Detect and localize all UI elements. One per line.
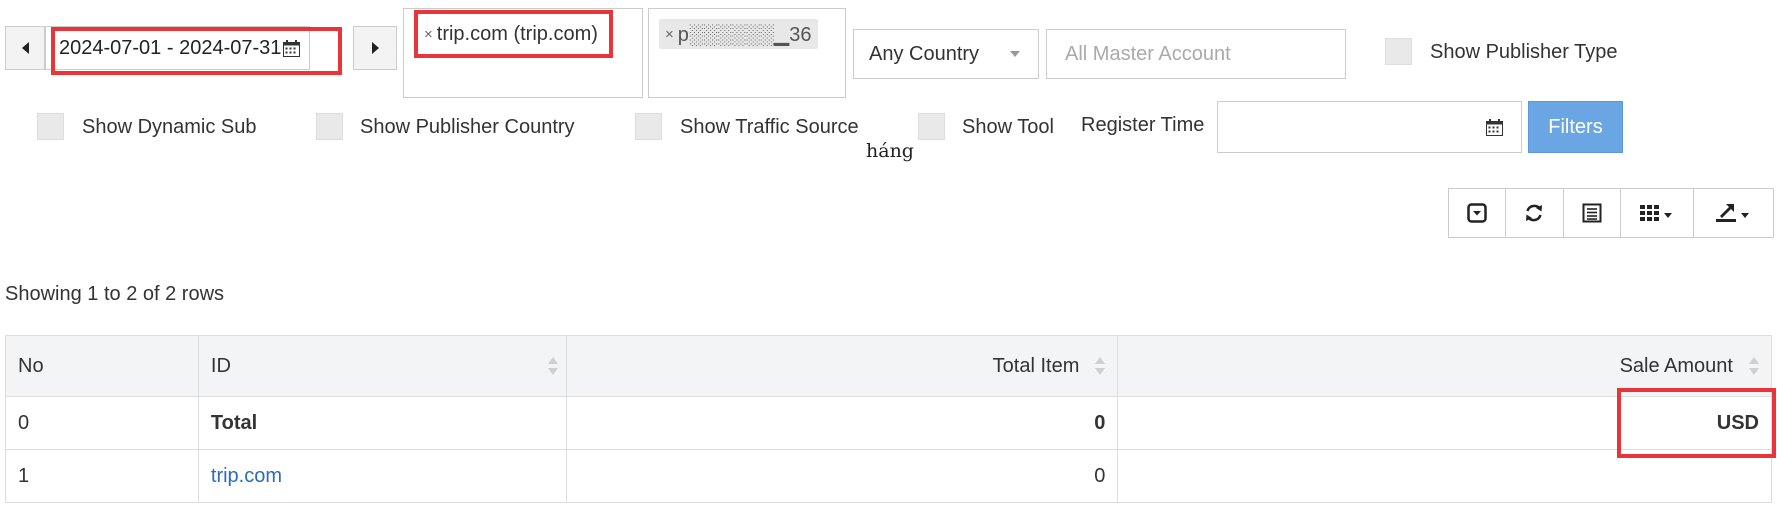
remove-tag-icon[interactable]: × [665,26,674,43]
sort-icon [547,356,558,376]
show-dynamic-sub-label: Show Dynamic Sub [82,116,257,138]
cell-id: Total [197,396,567,450]
column-header-sale-amount-text: Sale Amount [1619,354,1733,377]
column-header-id-text: ID [210,354,231,377]
remove-tag-icon[interactable]: × [424,26,433,43]
cell-sale-amount: USD [1117,396,1772,450]
show-dynamic-sub-checkbox[interactable] [37,113,64,140]
caret-right-icon [371,42,379,54]
table-toolbar [1448,188,1774,238]
country-select-value: Any Country [869,42,980,65]
list-view-button[interactable] [1564,189,1621,237]
campaign-tag-select[interactable]: × trip.com (trip.com) [403,8,643,98]
row-id-link[interactable]: trip.com [211,465,282,487]
stray-text: háng [866,140,914,162]
column-header-id[interactable]: ID [197,335,567,397]
show-publisher-country-checkbox[interactable] [316,113,343,140]
chevron-down-icon [1010,51,1020,57]
column-header-total-item[interactable]: Total Item [565,335,1119,397]
column-header-total-item-text: Total Item [992,354,1080,377]
list-view-icon [1582,203,1602,223]
selected-tag-chip: × p░░░░░░▁36 [659,19,818,49]
export-button[interactable] [1694,189,1773,237]
columns-icon [1639,205,1672,221]
selected-tag-chip: × trip.com (trip.com) [418,19,604,49]
refresh-button[interactable] [1506,189,1564,237]
master-account-placeholder: All Master Account [1065,42,1231,65]
report-table: No ID Total Item Sale Amount 0 Total 0 U… [5,335,1772,503]
pagination-info: Showing 1 to 2 of 2 rows [5,283,225,305]
date-range-text: 2024-07-01 - 2024-07-31 [59,36,282,59]
register-time-input[interactable] [1217,101,1522,153]
next-date-button[interactable] [353,26,397,70]
show-publisher-type-label: Show Publisher Type [1430,41,1618,63]
date-range-input[interactable]: 2024-07-01 - 2024-07-31 [45,26,310,70]
columns-button[interactable] [1621,189,1694,237]
show-tool-label: Show Tool [962,116,1054,138]
register-time-label: Register Time [1081,114,1205,136]
show-traffic-source-label: Show Traffic Source [680,116,859,138]
column-header-sale-amount[interactable]: Sale Amount [1117,335,1772,397]
country-select[interactable]: Any Country [853,29,1039,79]
table-row-total: 0 Total 0 USD [5,396,1772,450]
column-header-no-text: No [18,354,44,377]
cell-total-item: 0 [565,396,1119,450]
show-tool-checkbox[interactable] [918,113,945,140]
table-row: 1 trip.com 0 [5,449,1772,503]
master-account-input[interactable]: All Master Account [1046,29,1346,79]
refresh-icon [1526,204,1543,222]
cell-no: 0 [5,396,199,450]
prev-date-button[interactable] [5,26,45,70]
cell-sale-amount [1117,449,1772,503]
publisher-tag-select[interactable]: × p░░░░░░▁36 [648,8,846,98]
calendar-icon[interactable] [283,40,300,57]
toggle-icon [1467,203,1487,223]
filters-button[interactable]: Filters [1528,101,1623,153]
table-header-row: No ID Total Item Sale Amount [5,335,1772,397]
cell-no: 1 [5,449,199,503]
cell-id: trip.com [197,449,567,503]
sort-icon [1749,356,1759,376]
calendar-icon[interactable] [1486,119,1503,136]
tag-label: p░░░░░░▁36 [677,23,812,46]
show-traffic-source-checkbox[interactable] [635,113,662,140]
tag-label: trip.com (trip.com) [436,22,598,45]
cell-total-item: 0 [565,449,1119,503]
column-header-no[interactable]: No [5,335,199,397]
export-icon [1716,204,1750,222]
show-publisher-type-checkbox[interactable] [1385,38,1412,65]
show-publisher-country-label: Show Publisher Country [360,116,575,138]
sort-icon [1095,356,1106,376]
caret-left-icon [21,42,29,54]
toggle-button[interactable] [1449,189,1507,237]
